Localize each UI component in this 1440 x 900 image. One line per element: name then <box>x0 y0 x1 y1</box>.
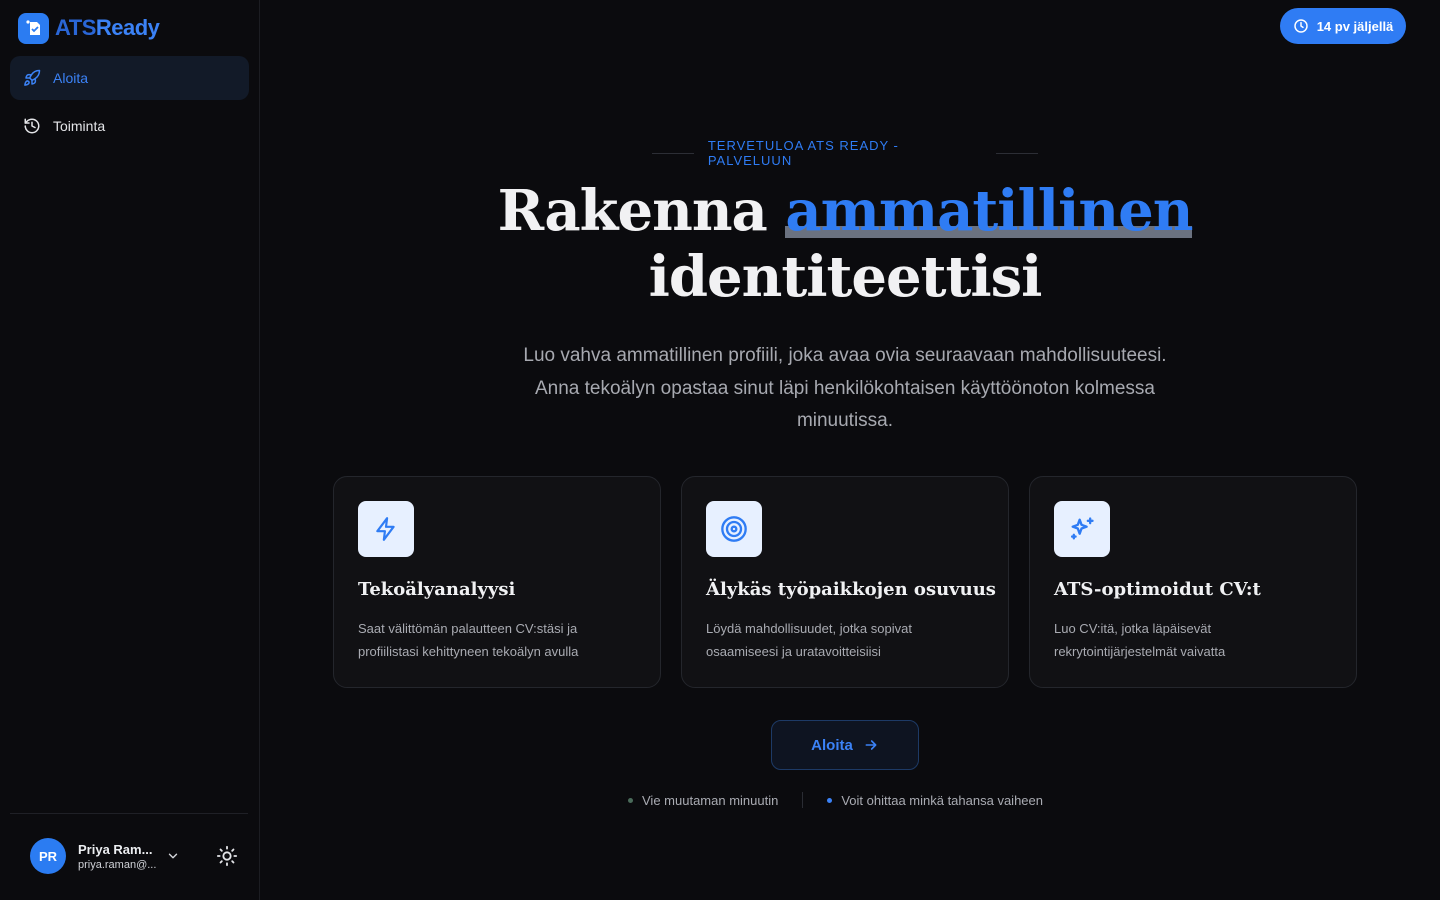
trial-days-badge[interactable]: 14 pv jäljellä <box>1280 8 1406 44</box>
arrow-right-icon <box>863 737 879 753</box>
feature-title: ATS-optimoidut CV:t <box>1054 579 1261 600</box>
divider <box>802 792 804 808</box>
user-menu[interactable]: PR Priya Ram... priya.raman@... <box>30 838 178 874</box>
user-name: Priya Ram... <box>78 841 153 857</box>
sparkles-icon <box>1054 501 1110 557</box>
brand-logo[interactable]: ATSReady <box>18 12 160 44</box>
history-icon <box>23 117 41 135</box>
eyebrow-text: TERVETULOA ATS READY -PALVELUUN <box>707 138 899 168</box>
divider <box>996 152 1038 154</box>
feature-description: Saat välittömän palautteen CV:stäsi ja p… <box>358 621 579 659</box>
hero-subtitle: Luo vahva ammatillinen profiili, joka av… <box>523 345 1167 431</box>
start-button-label: Aloita <box>811 736 853 754</box>
feature-card: Tekoälyanalyysi Saat välittömän palautte… <box>333 476 661 688</box>
sun-icon[interactable] <box>216 845 238 867</box>
note-text: Vie muutaman minuutin <box>642 792 779 808</box>
start-button[interactable]: Aloita <box>771 720 919 770</box>
brand-name: ATSReady <box>55 15 160 40</box>
status-dot <box>827 797 833 803</box>
user-email: priya.raman@... <box>78 858 157 871</box>
info-notes: Vie muutaman minuutin Voit ohittaa minkä… <box>620 790 1070 810</box>
sidebar: ATSReady Aloita Toiminta PR Priya Ram... <box>0 0 260 900</box>
title-highlight: ammatillinen <box>785 178 1193 244</box>
feature-card: ATS-optimoidut CV:t Luo CV:itä, jotka lä… <box>1029 476 1357 688</box>
user-info: Priya Ram... priya.raman@... <box>78 841 157 871</box>
sidebar-item-toiminta[interactable]: Toiminta <box>10 104 249 148</box>
target-icon <box>706 501 762 557</box>
feature-title: Älykäs työpaikkojen osuvuus <box>706 579 996 600</box>
sidebar-item-label: Aloita <box>53 70 89 86</box>
status-dot <box>628 797 633 803</box>
welcome-eyebrow: TERVETULOA ATS READY -PALVELUUN <box>652 138 1038 168</box>
rocket-icon <box>23 69 41 87</box>
sidebar-item-label: Toiminta <box>53 118 106 134</box>
feature-description: Löydä mahdollisuudet, jotka sopivat osaa… <box>706 621 912 659</box>
title-part: identiteettisi <box>648 244 1043 310</box>
logo-icon <box>18 12 49 44</box>
clock-icon <box>1293 18 1309 34</box>
page-title: Rakenna ammatillinen identiteettisi <box>380 178 1310 310</box>
chevron-down-icon[interactable] <box>166 849 180 863</box>
feature-card: Älykäs työpaikkojen osuvuus Löydä mahdol… <box>681 476 1009 688</box>
trial-label: 14 pv jäljellä <box>1316 18 1394 34</box>
title-part: Rakenna <box>497 178 786 244</box>
avatar: PR <box>30 838 66 874</box>
lightning-icon <box>358 501 414 557</box>
sidebar-divider <box>10 813 248 814</box>
sidebar-item-aloita[interactable]: Aloita <box>10 56 249 100</box>
note-text: Voit ohittaa minkä tahansa vaiheen <box>841 792 1043 808</box>
feature-description: Luo CV:itä, jotka läpäisevät rekrytointi… <box>1054 621 1226 659</box>
divider <box>652 152 694 154</box>
feature-title: Tekoälyanalyysi <box>358 579 516 600</box>
